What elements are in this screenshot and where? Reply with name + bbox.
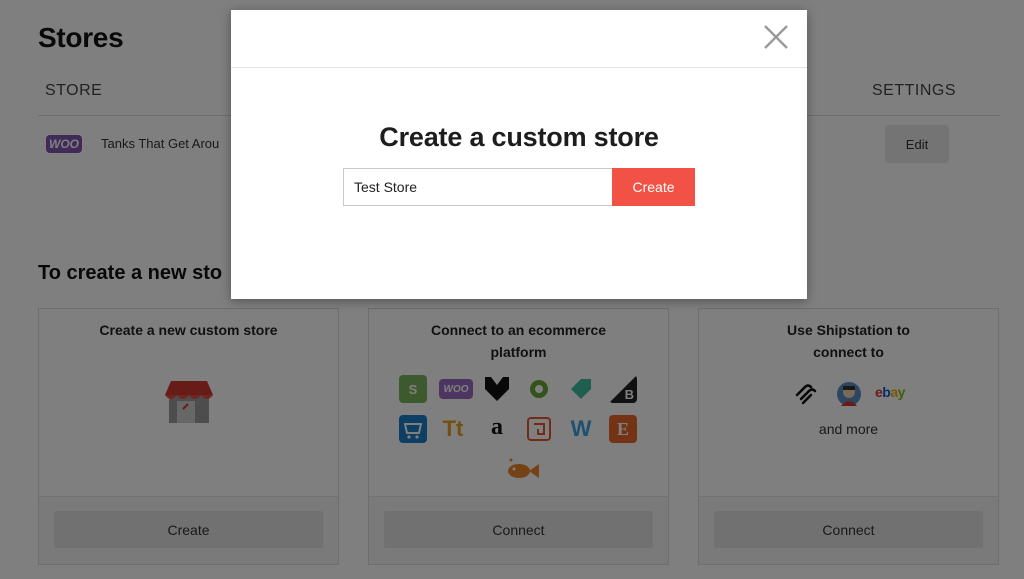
store-name-input[interactable] bbox=[343, 168, 612, 206]
modal-title: Create a custom store bbox=[379, 122, 659, 152]
create-store-modal: Create a custom store Create bbox=[231, 10, 807, 299]
modal-header bbox=[231, 10, 807, 68]
close-icon[interactable] bbox=[761, 22, 791, 52]
create-button[interactable]: Create bbox=[612, 168, 695, 206]
